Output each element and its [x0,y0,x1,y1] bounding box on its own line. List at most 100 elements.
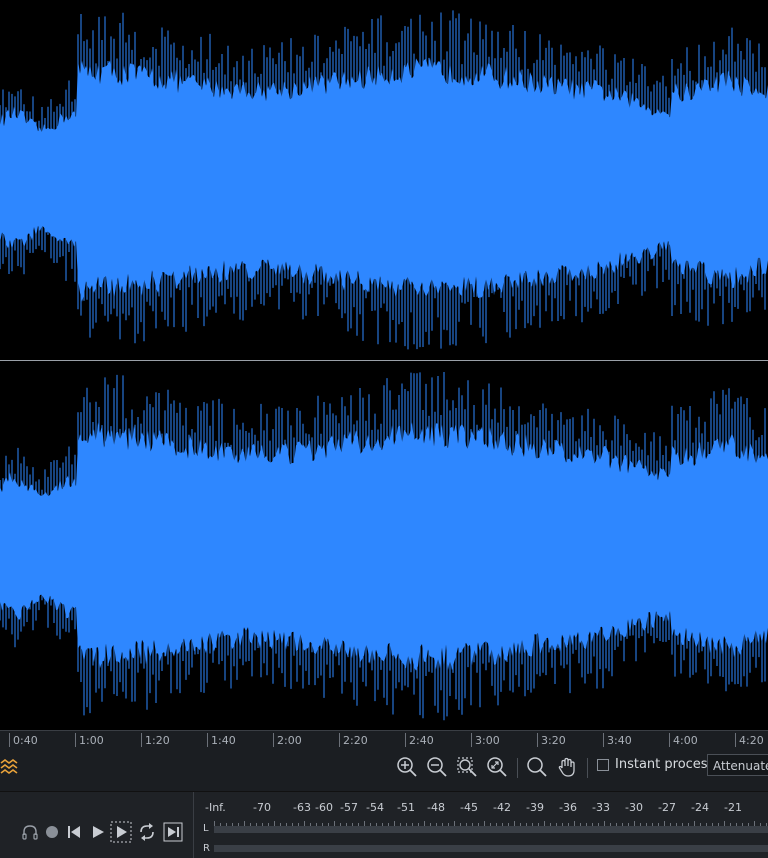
play-icon[interactable] [87,821,109,843]
meter-tick-mark [568,823,569,826]
meter-tick-mark [604,821,605,826]
meter-tick-mark [616,823,617,826]
meter-tick-mark [706,823,707,826]
timeline-tick: 2:00 [273,733,302,747]
meter-tick-mark [490,823,491,826]
meter-tick-mark [718,823,719,826]
meter-tick-mark [226,823,227,826]
meter-tick-mark [388,823,389,826]
meter-tick-mark [394,821,395,826]
meter-tick-mark [694,821,695,826]
play-selection-icon[interactable] [110,821,132,843]
meter-tick-mark [586,823,587,826]
meter-tick-mark [538,823,539,826]
meter-tick-mark [574,821,575,826]
meter-tick-mark [424,821,425,826]
meter-tick-mark [580,823,581,826]
meter-tick-mark [472,823,473,826]
zoom-selection-icon[interactable] [455,755,479,779]
meter-tick-mark [400,823,401,826]
meter-scale-label: -33 [592,801,610,814]
meter-tick-mark [460,823,461,826]
record-icon[interactable] [41,821,63,843]
meter-tick-mark [658,823,659,826]
meter-tick-mark [268,823,269,826]
meter-tick-mark [352,823,353,826]
zoom-in-icon[interactable] [395,755,419,779]
waveform-view-icon[interactable] [0,755,22,779]
meter-tick-mark [532,823,533,826]
view-toolbar: Instant process Attenuate [0,749,768,791]
timeline-tick: 4:00 [669,733,698,747]
meter-scale-label: -39 [526,801,544,814]
meter-tick-mark [244,821,245,826]
skip-to-start-icon[interactable] [63,821,85,843]
meter-tick-mark [598,823,599,826]
timeline-tick: 3:40 [603,733,632,747]
meter-tick-mark [430,823,431,826]
meter-tick-mark [454,821,455,826]
meter-scale-label: -57 [340,801,358,814]
transport-controls [0,792,194,858]
play-to-end-icon[interactable] [162,821,184,843]
waveform-right-channel[interactable] [0,362,768,730]
meter-scale-label: -51 [397,801,415,814]
timeline-tick: 3:20 [537,733,566,747]
meter-tick-mark [478,823,479,826]
meter-channel-left-label: L [203,823,209,834]
loop-icon[interactable] [136,821,158,843]
zoom-fit-icon[interactable] [485,755,509,779]
meter-bar-left [214,826,768,833]
meter-tick-mark [748,823,749,826]
meter-tick-mark [376,823,377,826]
meter-tick-mark [466,823,467,826]
meter-tick-mark [634,821,635,826]
channel-divider [0,360,768,361]
meter-tick-mark [592,823,593,826]
meter-tick-mark [340,823,341,826]
meter-tick-mark [652,823,653,826]
meter-scale-label: -Inf. [205,801,226,814]
meter-tick-mark [214,821,215,826]
meter-scale-label: -30 [625,801,643,814]
meter-scale-label: -24 [691,801,709,814]
meter-tick-mark [514,821,515,826]
zoom-out-icon[interactable] [425,755,449,779]
meter-tick-mark [556,823,557,826]
timeline-tick: 1:20 [141,733,170,747]
meter-tick-mark [412,823,413,826]
meter-tick-mark [520,823,521,826]
process-mode-select[interactable]: Attenuate [707,754,768,776]
meter-tick-mark [256,823,257,826]
meter-tick-mark [742,823,743,826]
timeline-ruler[interactable]: 0:40 1:00 1:20 1:40 2:00 2:20 2:40 3:00 … [0,730,768,749]
meter-tick-mark [544,821,545,826]
hand-tool-icon[interactable] [555,755,579,779]
meter-ticks [214,821,768,826]
meter-tick-mark [712,823,713,826]
meter-tick-mark [298,823,299,826]
meter-tick-mark [550,823,551,826]
magnify-tool-icon[interactable] [525,755,549,779]
headphones-icon[interactable] [19,821,41,843]
meter-tick-mark [304,821,305,826]
waveform-left-channel[interactable] [0,0,768,360]
meter-tick-mark [736,823,737,826]
meter-tick-mark [436,823,437,826]
meter-tick-mark [682,823,683,826]
meter-tick-mark [370,823,371,826]
meter-tick-mark [238,823,239,826]
meter-tick-mark [418,823,419,826]
instant-process-toggle[interactable]: Instant process [597,757,714,772]
waveform-area[interactable] [0,0,768,730]
meter-tick-mark [364,821,365,826]
instant-process-checkbox[interactable] [597,758,609,771]
meter-tick-mark [220,823,221,826]
meter-tick-mark [502,823,503,826]
meter-tick-mark [232,823,233,826]
timeline-tick: 2:40 [405,733,434,747]
timeline-tick: 3:00 [471,733,500,747]
meter-tick-mark [250,823,251,826]
meter-tick-mark [640,823,641,826]
meter-tick-mark [286,823,287,826]
